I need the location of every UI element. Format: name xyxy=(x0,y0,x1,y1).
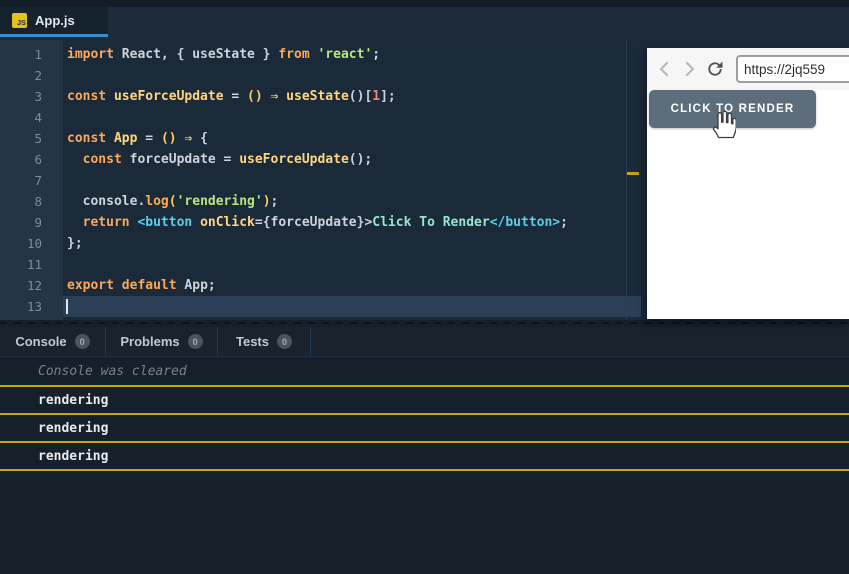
tab-label: Console xyxy=(15,334,66,349)
panel-resizer[interactable] xyxy=(0,320,849,327)
console-info-row: Console was cleared xyxy=(0,357,849,387)
code-line[interactable] xyxy=(63,107,641,128)
console-log-row: rendering xyxy=(0,443,849,471)
line-number: 3 xyxy=(0,86,42,107)
refresh-button[interactable] xyxy=(705,59,725,79)
code-line[interactable]: }; xyxy=(63,233,641,254)
line-number: 13 xyxy=(0,296,42,317)
tab-label: App.js xyxy=(35,13,75,28)
code-line[interactable] xyxy=(63,65,641,86)
refresh-icon xyxy=(705,59,725,79)
console-tab-bar: Console 0 Problems 0 Tests 0 xyxy=(0,327,849,356)
render-button[interactable]: CLICK TO RENDER xyxy=(649,90,816,128)
line-number: 9 xyxy=(0,212,42,233)
code-line[interactable] xyxy=(63,170,641,191)
code-line[interactable]: console.log('rendering'); xyxy=(63,191,641,212)
tab-console[interactable]: Console 0 xyxy=(0,327,106,356)
tab-label: Problems xyxy=(120,334,179,349)
console-output: Console was clearedrenderingrenderingren… xyxy=(0,356,849,574)
back-icon xyxy=(657,61,673,77)
forward-button[interactable] xyxy=(681,60,697,78)
line-number: 2 xyxy=(0,65,42,86)
code-line[interactable] xyxy=(63,254,641,275)
code-lines[interactable]: import React, { useState } from 'react';… xyxy=(63,44,641,317)
console-log-row: rendering xyxy=(0,415,849,443)
count-badge: 0 xyxy=(75,334,90,349)
line-number: 5 xyxy=(0,128,42,149)
line-number: 7 xyxy=(0,170,42,191)
js-icon: JS xyxy=(12,13,27,28)
preview-toolbar xyxy=(647,48,849,90)
code-line[interactable]: const App = () ⇒ { xyxy=(63,128,641,149)
forward-icon xyxy=(681,61,697,77)
count-badge: 0 xyxy=(277,334,292,349)
code-line[interactable]: import React, { useState } from 'react'; xyxy=(63,44,641,65)
url-input[interactable] xyxy=(736,55,849,83)
line-number: 11 xyxy=(0,254,42,275)
app-window: JS App.js 12345678910111213 import React… xyxy=(0,0,849,574)
current-code-line[interactable] xyxy=(63,296,641,317)
line-number: 1 xyxy=(0,44,42,65)
tab-problems[interactable]: Problems 0 xyxy=(106,327,218,356)
editor-tab-bar: JS App.js xyxy=(0,0,849,40)
line-number: 4 xyxy=(0,107,42,128)
top-strip xyxy=(0,0,849,7)
count-badge: 0 xyxy=(188,334,203,349)
tab-label: Tests xyxy=(236,334,269,349)
scrollbar-marker xyxy=(627,172,639,175)
code-line[interactable]: const forceUpdate = useForceUpdate(); xyxy=(63,149,641,170)
code-line[interactable]: const useForceUpdate = () ⇒ useState()[1… xyxy=(63,86,641,107)
tab-tests[interactable]: Tests 0 xyxy=(218,327,311,356)
tab-appjs[interactable]: JS App.js xyxy=(0,7,108,37)
line-numbers: 12345678910111213 xyxy=(0,40,63,320)
print-margin-ruler xyxy=(626,40,627,320)
line-number: 6 xyxy=(0,149,42,170)
line-number: 8 xyxy=(0,191,42,212)
back-button[interactable] xyxy=(657,60,673,78)
code-line[interactable]: return <button onClick={forceUpdate}>Cli… xyxy=(63,212,641,233)
line-number: 12 xyxy=(0,275,42,296)
line-number: 10 xyxy=(0,233,42,254)
code-line[interactable]: export default App; xyxy=(63,275,641,296)
console-log-row: rendering xyxy=(0,387,849,415)
preview-panel: CLICK TO RENDER xyxy=(647,48,849,319)
